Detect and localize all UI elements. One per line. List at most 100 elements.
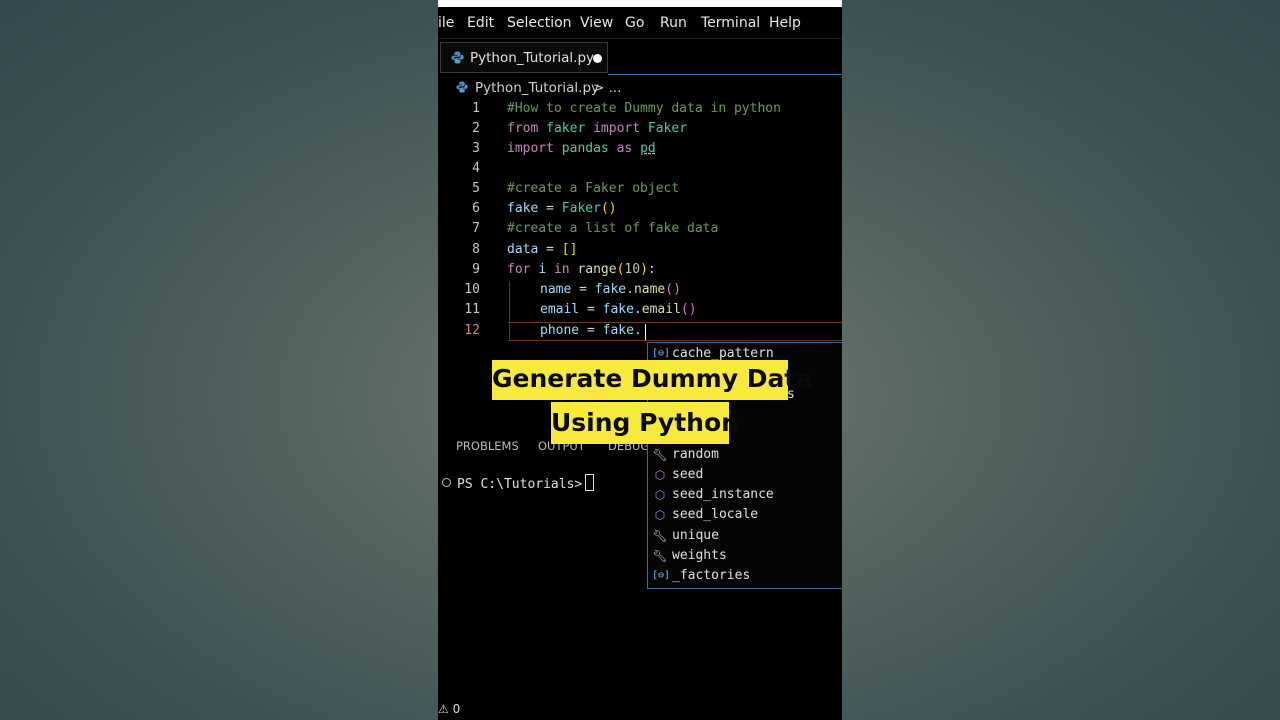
wrench-icon: 🔧︎: [652, 529, 668, 543]
code-variable: email: [540, 302, 580, 317]
code-class: Faker: [561, 201, 601, 216]
menu-file[interactable]: ile: [438, 15, 454, 31]
code-dot: .: [633, 323, 642, 338]
line-number: 1: [472, 101, 480, 116]
menu-go[interactable]: Go: [625, 15, 644, 31]
code-variable: phone: [540, 323, 580, 338]
suggestion-item[interactable]: ⬡ seed_locale: [648, 505, 842, 525]
menu-view[interactable]: View: [580, 15, 613, 31]
breadcrumb-file[interactable]: Python_Tutorial.py: [475, 80, 599, 96]
code-line-active[interactable]: 12 phone = fake.: [438, 321, 842, 341]
tab-problems[interactable]: PROBLEMS: [456, 439, 519, 453]
line-number: 5: [472, 181, 480, 196]
line-number: 11: [464, 302, 480, 317]
field-icon: [⊖]: [652, 570, 671, 581]
tab-python-tutorial[interactable]: Python_Tutorial.py: [440, 42, 608, 73]
code-number: 10: [624, 262, 641, 277]
code-keyword: from: [507, 121, 539, 136]
problems-count[interactable]: ⚠ 0: [438, 702, 460, 716]
line-number: 10: [464, 282, 480, 297]
code-keyword: as: [616, 141, 633, 156]
code-operator: =: [538, 201, 562, 216]
title-bar-strip: [438, 0, 842, 7]
line-number: 6: [472, 201, 480, 216]
suggestion-item[interactable]: [⊖] _factories: [648, 566, 842, 586]
suggestion-item[interactable]: 🔧︎ random: [648, 445, 842, 465]
code-function: range: [577, 262, 617, 277]
suggestion-label: seed_locale: [672, 507, 759, 522]
code-variable: fake: [507, 201, 539, 216]
suggestion-item[interactable]: 🔧︎ unique: [648, 526, 842, 546]
menu-edit[interactable]: Edit: [467, 15, 494, 31]
suggestion-label: _factories: [672, 568, 751, 583]
code-keyword: in: [553, 262, 570, 277]
code-alias: pd: [640, 141, 656, 156]
code-paren: ): [640, 262, 648, 277]
suggestion-item[interactable]: ⬡ seed_instance: [648, 485, 842, 505]
method-icon: ⬡: [654, 508, 666, 522]
code-line[interactable]: 10 name = fake.name(): [438, 280, 842, 300]
menu-help[interactable]: Help: [769, 15, 801, 31]
wrench-icon: 🔧︎: [652, 448, 668, 462]
code-line[interactable]: 6 fake = Faker(): [438, 199, 842, 219]
code-object: fake: [594, 282, 627, 297]
code-line[interactable]: 2 from faker import Faker: [438, 119, 842, 139]
code-line[interactable]: 3 import pandas as pd: [438, 139, 842, 159]
tab-bar-border: [608, 74, 842, 75]
code-keyword: for: [507, 262, 531, 277]
code-module: faker: [546, 121, 586, 136]
terminal-prompt-line[interactable]: PS C:\Tutorials>: [442, 474, 595, 492]
code-line[interactable]: 7 #create a list of fake data: [438, 219, 842, 239]
code-line[interactable]: 8 data = []: [438, 240, 842, 260]
code-function: name: [633, 282, 666, 297]
terminal-prompt: PS C:\Tutorials>: [457, 477, 583, 492]
method-icon: ⬡: [654, 488, 666, 502]
suggestion-label: random: [672, 447, 719, 462]
code-function: email: [641, 302, 681, 317]
line-number-active: 12: [464, 323, 480, 338]
terminal-cursor: [585, 474, 595, 491]
code-object: fake: [602, 302, 634, 317]
wrench-icon: 🔧︎: [652, 549, 668, 563]
line-number: 7: [472, 221, 480, 236]
tab-label: Python_Tutorial.py: [470, 50, 595, 66]
code-variable: name: [540, 282, 572, 297]
menu-run[interactable]: Run: [660, 15, 687, 31]
menu-selection[interactable]: Selection: [507, 15, 572, 31]
code-operator: =: [571, 282, 595, 297]
code-comment: #create a Faker object: [507, 181, 680, 196]
method-icon: ⬡: [654, 468, 666, 482]
code-paren: (): [600, 201, 617, 216]
video-caption-line-2: Using Python: [551, 402, 739, 444]
code-dot: .: [626, 282, 634, 297]
suggestion-label: cache_pattern: [672, 346, 774, 361]
suggestion-label: unique: [672, 528, 719, 543]
code-line[interactable]: 5 #create a Faker object: [438, 179, 842, 199]
code-line[interactable]: 9 for i in range(10):: [438, 260, 842, 280]
breadcrumb-rest[interactable]: > ...: [593, 80, 621, 96]
menu-bar: ile Edit Selection View Go Run Terminal …: [438, 7, 842, 38]
code-line[interactable]: 1 #How to create Dummy data in python: [438, 99, 842, 119]
code-object: fake: [602, 323, 634, 338]
code-brackets: []: [561, 242, 578, 257]
code-line[interactable]: 11 email = fake.email(): [438, 300, 842, 320]
code-operator: =: [579, 323, 603, 338]
suggestion-item[interactable]: 🔧︎ weights: [648, 546, 842, 566]
suggestion-label: seed: [672, 467, 704, 482]
line-number: 9: [472, 262, 480, 277]
python-icon: [451, 51, 464, 68]
code-module: pandas: [561, 141, 609, 156]
code-comment: #create a list of fake data: [507, 221, 719, 236]
tab-bar: Python_Tutorial.py: [438, 38, 842, 75]
menu-terminal[interactable]: Terminal: [701, 15, 760, 31]
suggestion-item[interactable]: ⬡ seed: [648, 465, 842, 485]
line-number: 3: [472, 141, 480, 156]
code-line[interactable]: 4: [438, 159, 842, 179]
code-dot: .: [633, 302, 642, 317]
unsaved-dot-icon[interactable]: [593, 54, 602, 63]
suggestion-label: weights: [672, 548, 727, 563]
line-number: 8: [472, 242, 480, 257]
code-keyword: import: [593, 121, 641, 136]
code-paren: (): [680, 302, 697, 317]
code-class: Faker: [647, 121, 688, 136]
